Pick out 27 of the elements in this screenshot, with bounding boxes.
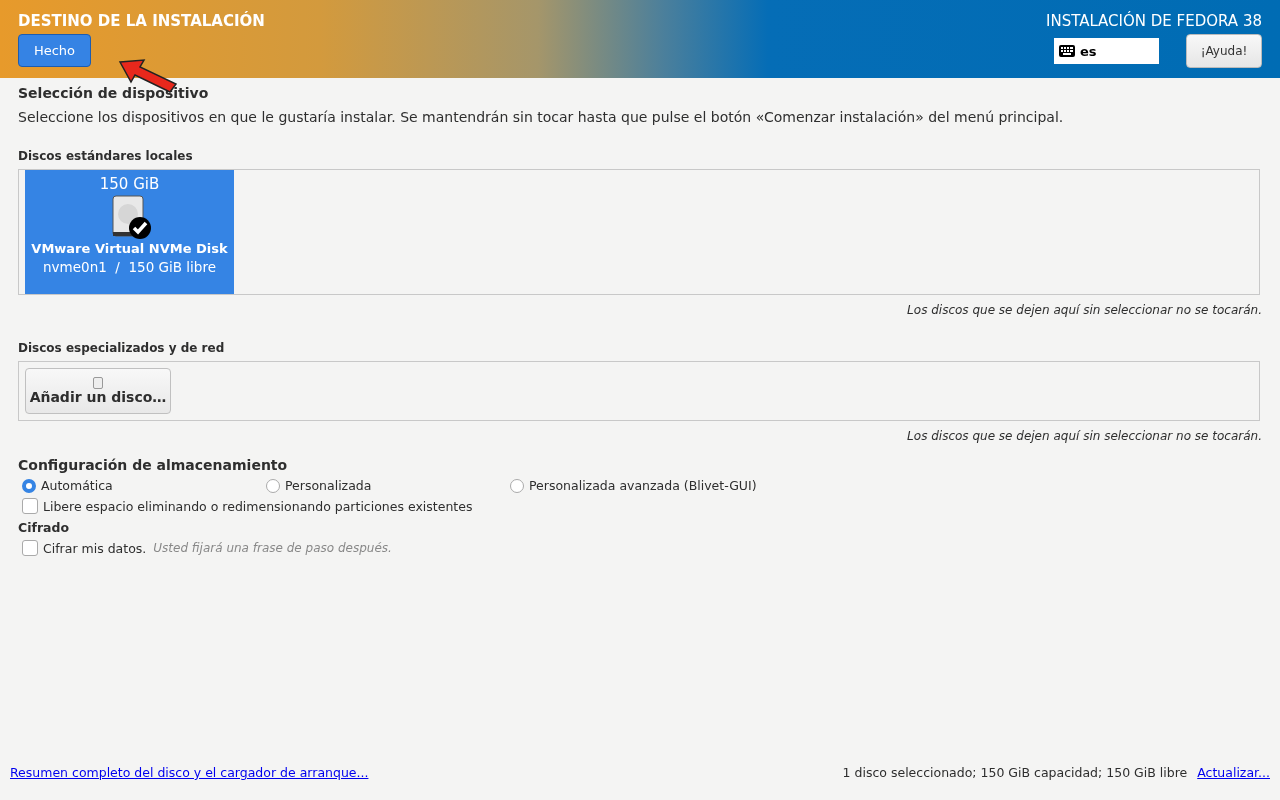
- status-text: 1 disco seleccionado; 150 GiB capacidad; 150 GiB libre: [842, 765, 1188, 780]
- disk-info: nvme0n1 / 150 GiB libre: [43, 259, 216, 275]
- help-button[interactable]: ¡Ayuda!: [1186, 34, 1262, 68]
- keyboard-icon: [1059, 45, 1075, 57]
- section-heading: Cifrado: [18, 520, 70, 535]
- section-heading: Discos estándares locales: [18, 149, 193, 163]
- note-text: Los discos que se dejen aquí sin seleccionar no se tocarán.: [907, 429, 1262, 443]
- radio-option[interactable]: Automática: [22, 478, 266, 493]
- disk-tile[interactable]: 150 GiB VMware Virtual NVMe Disk nvme0n1 / 150 GiB libre: [25, 170, 234, 294]
- product-title: INSTALACIÓN DE FEDORA 38: [1046, 12, 1262, 30]
- done-button[interactable]: Hecho: [18, 34, 91, 67]
- refresh-link[interactable]: Actualizar...: [1197, 765, 1270, 780]
- keyboard-layout-field[interactable]: es: [1054, 38, 1159, 64]
- radio-option[interactable]: Personalizada avanzada (Blivet-GUI): [510, 478, 757, 493]
- screen-title: DESTINO DE LA INSTALACIÓN: [18, 12, 265, 30]
- description-text: Seleccione los dispositivos en que le gustaría instalar. Se mantendrán sin tocar hasta que pulse el botón «Comenzar instalación» del menú principal.: [18, 109, 1064, 125]
- section-heading: Configuración de almacenamiento: [18, 457, 288, 473]
- add-disk-button[interactable]: Añadir un disco…: [25, 368, 171, 414]
- radio-option[interactable]: Personalizada: [266, 478, 510, 493]
- summary-link[interactable]: Resumen completo del disco y el cargador de arranque...: [10, 765, 369, 780]
- section-heading: Selección de dispositivo: [18, 85, 209, 101]
- section-heading: Discos especializados y de red: [18, 341, 225, 355]
- hint-text: Usted fijará una frase de paso después.: [153, 541, 392, 555]
- checkbox-option[interactable]: Libere espacio eliminando o redimensionando particiones existentes: [22, 498, 473, 514]
- checkbox-option[interactable]: Cifrar mis datos.: [22, 540, 147, 556]
- note-text: Los discos que se dejen aquí sin seleccionar no se tocarán.: [907, 303, 1262, 317]
- disk-name: VMware Virtual NVMe Disk: [31, 241, 228, 256]
